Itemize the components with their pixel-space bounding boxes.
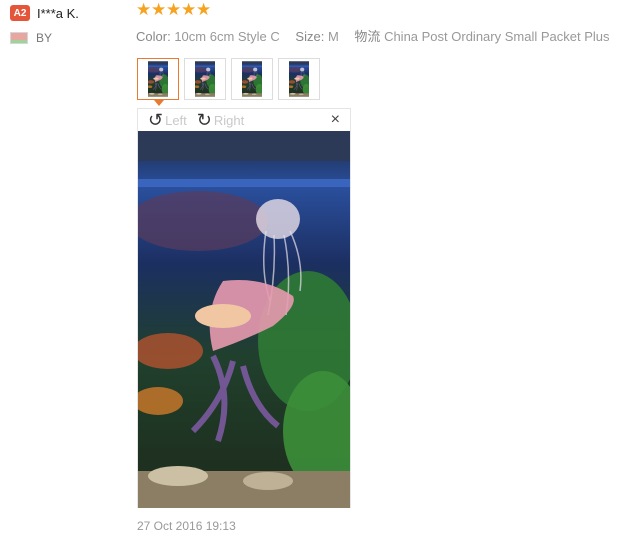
rotate-right-icon: ↻ [196, 110, 212, 130]
rotate-left-button[interactable]: ↺ Left [148, 111, 187, 129]
star-icon: ★ [181, 0, 197, 19]
review-photo [138, 131, 350, 508]
thumbnail-image [289, 60, 309, 98]
star-icon: ★ [196, 0, 212, 19]
review-timestamp: 27 Oct 2016 19:13 [137, 519, 236, 533]
reviewer-level-badge: A2 [10, 5, 30, 21]
shipping-value: China Post Ordinary Small Packet Plus [384, 29, 610, 44]
photo-viewer: ↺ Left ↻ Right × [137, 108, 351, 508]
country-code: BY [36, 31, 53, 45]
reviewer-country: BY [10, 31, 130, 45]
star-icon: ★ [151, 0, 167, 19]
size-value: M [327, 29, 339, 44]
thumbnail-image [242, 60, 262, 98]
size-label: Size: [295, 29, 325, 44]
order-attributes: Color: 10cm 6cm Style C Size: M 物流 China… [136, 26, 622, 45]
thumbnail-image [148, 60, 168, 98]
reviewer-name: I***a K. [37, 5, 79, 21]
rotate-right-label: Right [213, 112, 245, 128]
shipping-label: 物流 [354, 29, 381, 44]
photo-thumbnail-4[interactable] [278, 58, 320, 100]
color-value: 10cm 6cm Style C [174, 29, 280, 44]
photo-thumbnail-1[interactable] [137, 58, 179, 106]
reviewer-info: A2 I***a K. BY [10, 4, 130, 45]
rotate-left-icon: ↺ [148, 110, 164, 130]
rotate-left-label: Left [165, 112, 187, 128]
reviewer-row: A2 I***a K. [10, 4, 130, 22]
viewer-toolbar: ↺ Left ↻ Right × [138, 109, 350, 131]
rotate-right-button[interactable]: ↻ Right [197, 111, 244, 129]
star-icon: ★ [166, 0, 182, 19]
review-photo-thumbnails [137, 58, 320, 106]
photo-thumbnail-2[interactable] [184, 58, 226, 100]
star-icon: ★ [136, 0, 152, 19]
belarus-flag-icon [10, 32, 28, 44]
close-icon[interactable]: × [331, 111, 340, 129]
color-label: Color: [136, 29, 171, 44]
thumbnail-image [195, 60, 215, 98]
photo-thumbnail-3[interactable] [231, 58, 273, 100]
star-rating: ★ ★ ★ ★ ★ [136, 0, 212, 19]
